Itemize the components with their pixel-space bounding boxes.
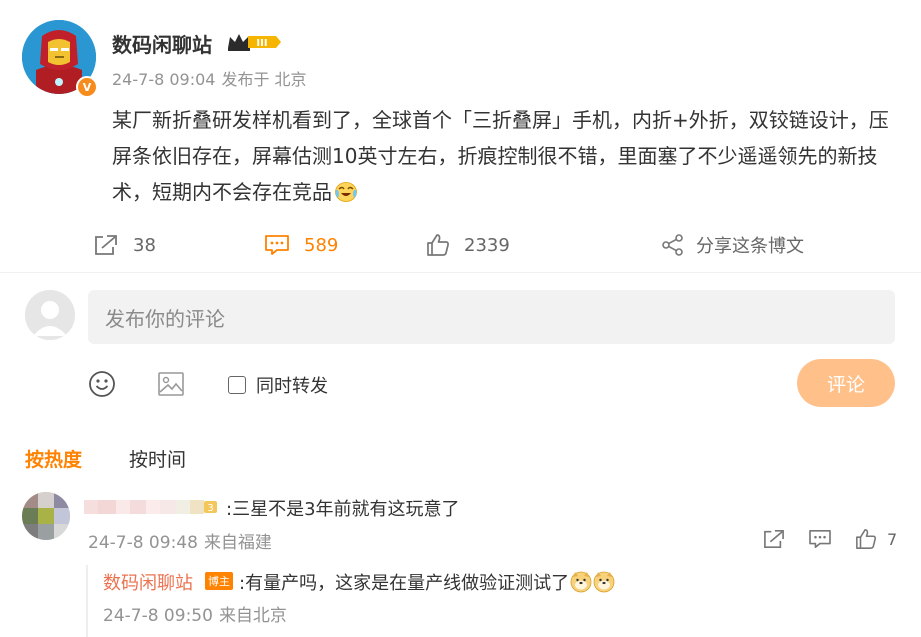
reply-text-container: :有量产吗，这家是在量产线做验证测试了 xyxy=(239,569,615,598)
repost-button[interactable]: 38 xyxy=(93,232,156,258)
fan-level: 3 xyxy=(207,503,213,514)
commenter-name-redacted[interactable]: 3 xyxy=(84,496,220,518)
level-badge-text: III xyxy=(256,38,267,49)
checkbox-box[interactable] xyxy=(228,376,246,394)
repost-checkbox-label: 同时转发 xyxy=(256,376,328,397)
submit-comment-button[interactable]: 评论 xyxy=(797,359,895,407)
share-label: 分享这条博文 xyxy=(696,236,804,257)
like-icon xyxy=(427,234,449,256)
comment-button[interactable]: 589 xyxy=(264,232,338,258)
post-text: 某厂新折叠研发样机看到了，全球首个「三折叠屏」手机，内折+外折，双铰链设计，压屏… xyxy=(112,108,889,204)
default-avatar-icon xyxy=(25,290,75,340)
post-source: 发布于 北京 xyxy=(221,70,307,89)
comment-repost-button[interactable] xyxy=(762,529,786,553)
reply-author-name[interactable]: 数码闲聊站 xyxy=(103,569,193,595)
comment-icon xyxy=(809,530,831,548)
commenter-avatar[interactable] xyxy=(22,492,70,540)
comment-date: 24-7-8 09:48 xyxy=(88,533,198,553)
reply-date: 24-7-8 09:50 xyxy=(103,606,213,626)
emoji-button[interactable] xyxy=(88,370,116,402)
comment-like-button[interactable]: 7 xyxy=(855,528,897,550)
image-icon xyxy=(158,372,184,396)
like-count: 2339 xyxy=(464,234,510,256)
like-button[interactable]: 2339 xyxy=(426,232,510,258)
comment-input[interactable]: 发布你的评论 xyxy=(88,290,895,344)
comment-like-count: 7 xyxy=(887,529,898,549)
reply-meta: 24-7-8 09:50 来自北京 xyxy=(103,601,287,626)
repost-checkbox[interactable]: 同时转发 xyxy=(228,372,328,398)
post-content: 某厂新折叠研发样机看到了，全球首个「三折叠屏」手机，内折+外折，双铰链设计，压屏… xyxy=(112,102,907,213)
verified-badge: V xyxy=(76,76,98,98)
author-badge: 博主 xyxy=(205,572,233,590)
comment-text: :三星不是3年前就有这玩意了 xyxy=(226,499,460,520)
reply-source: 来自北京 xyxy=(218,606,287,626)
doge-emoji-icon xyxy=(593,571,615,598)
share-icon xyxy=(662,234,683,256)
comment-input-placeholder: 发布你的评论 xyxy=(105,306,225,331)
comment-reply-button[interactable] xyxy=(808,529,832,553)
comment-meta: 24-7-8 09:48 来自福建 xyxy=(88,528,272,553)
laugh-cry-emoji-icon xyxy=(334,177,358,213)
divider xyxy=(0,272,921,273)
like-icon xyxy=(856,529,877,549)
doge-emoji-icon xyxy=(570,571,592,598)
my-avatar xyxy=(25,290,75,340)
reply-thread-line xyxy=(86,565,88,637)
post-meta: 24-7-8 09:04 发布于 北京 xyxy=(112,66,307,90)
redacted-name-blocks: 3 xyxy=(84,500,217,514)
emoji-icon xyxy=(89,371,115,397)
comment-count: 589 xyxy=(304,234,339,256)
repost-icon xyxy=(764,530,784,548)
comment-icon xyxy=(265,235,289,255)
repost-icon xyxy=(95,235,117,255)
crown-badge-icon[interactable]: III xyxy=(226,31,282,57)
sort-by-time-tab[interactable]: 按时间 xyxy=(129,445,186,472)
post-date[interactable]: 24-7-8 09:04 xyxy=(112,70,215,89)
share-button[interactable]: 分享这条博文 xyxy=(662,232,804,258)
reply-text: :有量产吗，这家是在量产线做验证测试了 xyxy=(239,573,570,594)
comment-source: 来自福建 xyxy=(203,533,272,553)
author-name[interactable]: 数码闲聊站 xyxy=(112,29,212,58)
image-button[interactable] xyxy=(157,370,185,402)
blurred-avatar-icon xyxy=(22,492,70,540)
repost-count: 38 xyxy=(133,234,156,256)
sort-by-hot-tab[interactable]: 按热度 xyxy=(25,445,82,472)
